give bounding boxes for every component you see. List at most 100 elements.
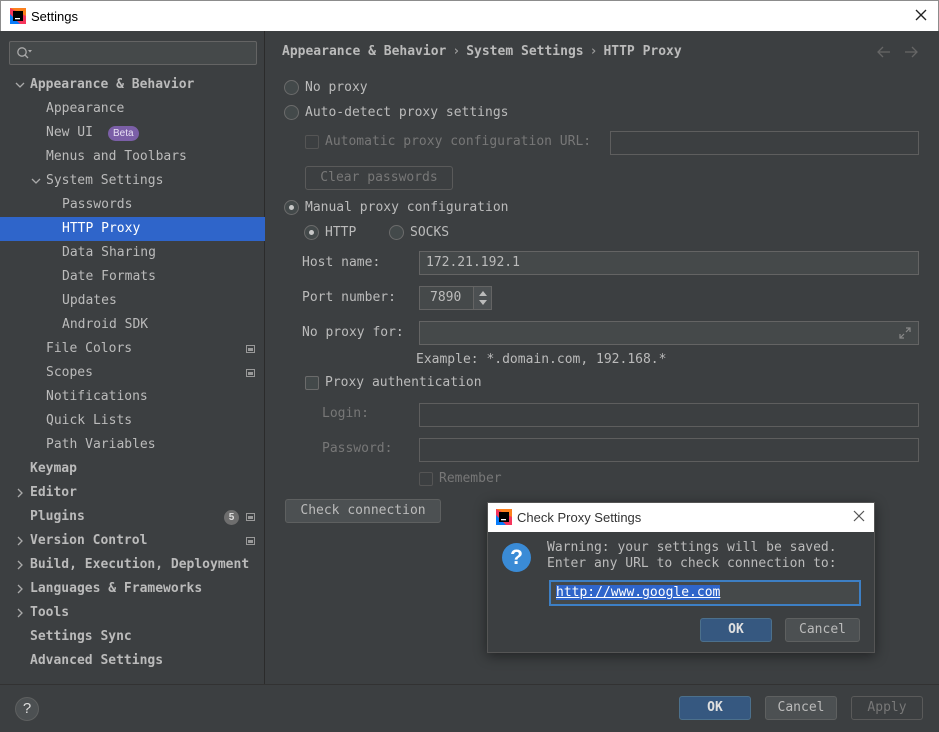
check-proxy-dialog: Check Proxy Settings ? Warning: your set… — [487, 502, 875, 653]
chevron-right-icon[interactable] — [14, 583, 26, 595]
chevron-right-icon[interactable] — [14, 607, 26, 619]
settings-search-input[interactable] — [9, 41, 257, 65]
sidebar-item[interactable]: Passwords — [0, 193, 265, 217]
sidebar-item[interactable]: Tools — [0, 601, 265, 625]
project-level-icon — [246, 537, 255, 545]
sidebar-item[interactable]: Build, Execution, Deployment — [0, 553, 265, 577]
settings-sidebar: Appearance & Behavior Appearance New UI Bet… — [0, 31, 265, 684]
apply-button[interactable]: Apply — [851, 696, 923, 720]
port-number-spinner[interactable]: 7890 — [419, 286, 492, 310]
remember-checkbox[interactable] — [419, 472, 433, 486]
sidebar-item[interactable]: Editor — [0, 481, 265, 505]
chevron-right-icon[interactable] — [14, 535, 26, 547]
check-connection-button[interactable]: Check connection — [285, 499, 441, 523]
proxy-auth-checkbox[interactable] — [305, 376, 319, 390]
sidebar-item-label: Android SDK — [62, 317, 149, 332]
check-url-value: http://www.google.com — [556, 585, 721, 600]
sidebar-item[interactable]: Android SDK — [0, 313, 265, 337]
close-icon[interactable] — [852, 509, 866, 523]
sidebar-item[interactable]: Version Control — [0, 529, 265, 553]
no-proxy-for-field[interactable] — [419, 321, 919, 345]
sidebar-item-label: Plugins — [30, 509, 85, 524]
password-field[interactable] — [419, 438, 919, 462]
sidebar-item[interactable]: System Settings — [0, 169, 265, 193]
manual-proxy-radio[interactable] — [284, 200, 299, 215]
auto-config-url-checkbox[interactable] — [305, 135, 319, 149]
login-field[interactable] — [419, 403, 919, 427]
sidebar-item[interactable]: Quick Lists — [0, 409, 265, 433]
auto-config-url-field[interactable] — [610, 131, 919, 155]
sidebar-item-label: Build, Execution, Deployment — [30, 557, 250, 572]
socks-radio[interactable] — [389, 225, 404, 240]
no-proxy-radio[interactable] — [284, 80, 299, 95]
question-icon: ? — [502, 543, 531, 572]
sidebar-item-label: Date Formats — [62, 269, 156, 284]
password-label: Password: — [322, 441, 393, 456]
project-level-icon — [246, 513, 255, 521]
sidebar-item-label: Editor — [30, 485, 77, 500]
dialog-ok-button[interactable]: OK — [700, 618, 772, 642]
sidebar-item-label: Settings Sync — [30, 629, 132, 644]
proxy-auth-label: Proxy authentication — [325, 375, 482, 390]
sidebar-item[interactable]: Appearance & Behavior — [0, 73, 265, 97]
sidebar-item-label: Keymap — [30, 461, 77, 476]
breadcrumb-item: HTTP Proxy — [603, 44, 682, 59]
window-titlebar: Settings — [0, 0, 939, 31]
sidebar-item[interactable]: Menus and Toolbars — [0, 145, 265, 169]
port-number-value: 7890 — [430, 290, 462, 305]
sidebar-item[interactable]: Settings Sync — [0, 625, 265, 649]
spinner-up-down-icon[interactable] — [474, 287, 492, 309]
sidebar-item[interactable]: Date Formats — [0, 265, 265, 289]
sidebar-item[interactable]: File Colors — [0, 337, 265, 361]
auto-detect-radio[interactable] — [284, 105, 299, 120]
dialog-title: Check Proxy Settings — [517, 510, 642, 525]
search-icon — [17, 47, 32, 59]
sidebar-item[interactable]: Notifications — [0, 385, 265, 409]
spinner-arrows[interactable] — [473, 287, 491, 309]
plugin-updates-count: 5 — [224, 510, 239, 525]
forward-arrow-icon[interactable] — [903, 45, 919, 59]
sidebar-item[interactable]: Plugins 5 — [0, 505, 265, 529]
login-label: Login: — [322, 406, 369, 421]
sidebar-item[interactable]: Languages & Frameworks — [0, 577, 265, 601]
sidebar-item-label: Notifications — [46, 389, 148, 404]
chevron-right-icon[interactable] — [14, 487, 26, 499]
clear-passwords-button[interactable]: Clear passwords — [305, 166, 453, 190]
breadcrumb-item[interactable]: System Settings — [466, 44, 583, 59]
sidebar-item-label: System Settings — [46, 173, 164, 188]
breadcrumb-item[interactable]: Appearance & Behavior — [282, 44, 446, 59]
chevron-down-icon[interactable] — [30, 175, 42, 187]
beta-badge: Beta — [108, 126, 139, 141]
chevron-right-icon[interactable] — [14, 559, 26, 571]
http-radio[interactable] — [304, 225, 319, 240]
ok-button[interactable]: OK — [679, 696, 751, 720]
dialog-cancel-button[interactable]: Cancel — [785, 618, 860, 642]
sidebar-item-label: Menus and Toolbars — [46, 149, 187, 164]
sidebar-item[interactable]: Appearance — [0, 97, 265, 121]
cancel-button[interactable]: Cancel — [765, 696, 837, 720]
sidebar-item-label: Passwords — [62, 197, 133, 212]
host-name-label: Host name: — [302, 255, 381, 270]
sidebar-item-label: Path Variables — [46, 437, 156, 452]
sidebar-item-label: Appearance — [46, 101, 125, 116]
sidebar-item-label: File Colors — [46, 341, 133, 356]
host-name-field[interactable]: 172.21.192.1 — [419, 251, 919, 275]
help-button[interactable]: ? — [15, 697, 39, 721]
sidebar-item[interactable]: Data Sharing — [0, 241, 265, 265]
sidebar-item-label: New UI — [46, 125, 93, 140]
back-arrow-icon[interactable] — [876, 45, 892, 59]
sidebar-item[interactable]: Updates — [0, 289, 265, 313]
sidebar-item-label: Languages & Frameworks — [30, 581, 203, 596]
sidebar-item-label: Scopes — [46, 365, 93, 380]
check-url-input[interactable]: http://www.google.com — [549, 580, 861, 606]
sidebar-item[interactable]: Advanced Settings — [0, 649, 265, 673]
sidebar-item[interactable]: Keymap — [0, 457, 265, 481]
sidebar-item-label: Tools — [30, 605, 70, 620]
sidebar-item[interactable]: Path Variables — [0, 433, 265, 457]
chevron-down-icon[interactable] — [14, 79, 26, 91]
sidebar-item[interactable]: Scopes — [0, 361, 265, 385]
close-icon[interactable] — [912, 6, 930, 24]
sidebar-item[interactable]: New UI Beta — [0, 121, 265, 145]
sidebar-item[interactable]: HTTP Proxy — [0, 217, 265, 241]
expand-icon[interactable] — [898, 326, 912, 340]
